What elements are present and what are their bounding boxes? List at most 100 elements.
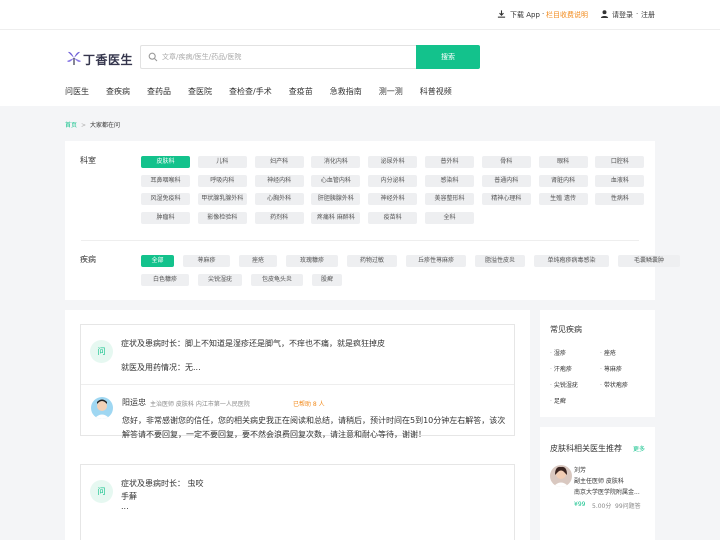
disease-tag[interactable]: 白色糠疹	[141, 273, 189, 286]
dept-tag[interactable]: 疫苗科	[368, 212, 418, 225]
nav-first-aid[interactable]: 急救指南	[330, 86, 362, 97]
disease-link[interactable]: 足癣	[550, 396, 566, 405]
dept-tag[interactable]: 精神心理科	[481, 193, 531, 206]
search-box	[140, 45, 417, 69]
disease-link[interactable]: 痤疮	[600, 348, 616, 357]
login-link[interactable]: 请登录	[612, 10, 633, 20]
dept-tag[interactable]: 心胸外科	[254, 193, 304, 206]
dept-tag[interactable]: 耳鼻咽喉科	[141, 174, 190, 187]
doctor-answer: 您好，非常感谢您的信任，您的相关病史我正在阅读和总结，请稍后，预计时间在5到10…	[122, 416, 506, 439]
disease-tag[interactable]: 单纯疱疹病毒感染	[534, 255, 609, 267]
dept-tag[interactable]: 内分泌科	[368, 174, 418, 187]
disease-link[interactable]: 带状疱疹	[600, 380, 628, 389]
dept-tag[interactable]: 感染科	[425, 174, 474, 187]
dept-tag[interactable]: 全科	[425, 212, 474, 225]
dept-tag[interactable]: 疼痛科 麻醉科	[311, 212, 361, 225]
common-diseases-panel: 常见疾病 湿疹 痤疮 汗疱疹 荨麻疹 尖锐湿疣 带状疱疹 足癣	[540, 310, 655, 417]
dept-tag[interactable]: 皮肤科	[141, 156, 190, 168]
question-card[interactable]: 问 症状及患病时长： 虫咬 手蘚 ...	[80, 464, 515, 540]
search-button[interactable]: 搜索	[416, 45, 480, 69]
disease-tag[interactable]: 荨麻疹	[183, 255, 230, 267]
dept-tag[interactable]: 肝胆胰腺外科	[311, 193, 361, 206]
disease-tag[interactable]: 痤疮	[239, 255, 277, 267]
dept-tag[interactable]: 心血管内科	[311, 174, 361, 187]
disease-tag[interactable]: 药物过敏	[347, 255, 397, 267]
disease-link[interactable]: 尖锐湿疣	[550, 380, 578, 389]
topbar-dot: ·	[636, 10, 639, 18]
nav-drugs[interactable]: 查药品	[147, 86, 171, 97]
dept-tag[interactable]: 甲状腺乳腺外科	[197, 193, 247, 206]
dept-tag[interactable]: 骨科	[481, 156, 531, 168]
nav-tests[interactable]: 测一测	[379, 86, 403, 97]
dept-tag[interactable]: 影像检验科	[197, 212, 247, 225]
nav-diseases[interactable]: 查疾病	[106, 86, 130, 97]
dept-tag[interactable]: 血液科	[595, 174, 645, 187]
dept-tag[interactable]: 普外科	[425, 156, 474, 168]
breadcrumb: 首页 > 大家都在问	[65, 120, 120, 129]
dept-tag[interactable]: 风湿免疫科	[141, 193, 190, 206]
register-link[interactable]: 注册	[641, 10, 655, 20]
disease-link[interactable]: 荨麻疹	[600, 364, 622, 373]
search-input[interactable]	[162, 49, 402, 65]
doctor-avatar[interactable]	[91, 397, 113, 419]
nav-ask-doctor[interactable]: 问医生	[65, 86, 89, 97]
recommended-doctor-name[interactable]: 刘芳	[574, 465, 586, 474]
dept-label: 科室	[80, 156, 96, 165]
consult-price: ¥99	[574, 501, 586, 508]
doctor-photo-icon	[91, 397, 113, 419]
doctor-recommend-panel: 皮肤科相关医生推荐 更多 刘芳 副主任医师 皮肤科 南京大学医学院附属金... …	[540, 427, 655, 540]
dept-tag[interactable]: 儿科	[197, 156, 247, 168]
disease-tag[interactable]: 全部	[141, 255, 174, 267]
dept-tag[interactable]: 妇产科	[254, 156, 304, 168]
download-icon[interactable]	[497, 9, 506, 19]
nav-vaccines[interactable]: 查疫苗	[289, 86, 313, 97]
nav-exams[interactable]: 查检查/手术	[229, 86, 272, 97]
top-bar: 下载 App · 栏目收费说明 请登录 · 注册	[0, 0, 720, 30]
disease-tag[interactable]: 毛囊鳞囊肿	[618, 255, 680, 267]
dept-tag[interactable]: 泌尿外科	[368, 156, 418, 168]
question-card[interactable]: 问 症状及患病时长：脚上不知道是湿疹还是脚气，不痒也不痛，就是疯狂掉皮 就医及用…	[80, 324, 515, 439]
dept-tag[interactable]: 肿瘤科	[141, 212, 190, 225]
user-icon[interactable]	[600, 9, 609, 19]
dept-tag[interactable]: 药剂科	[254, 212, 304, 225]
nav-videos[interactable]: 科普视频	[420, 86, 452, 97]
breadcrumb-separator: >	[81, 122, 87, 129]
logo-text: 丁香医生	[83, 53, 134, 67]
breadcrumb-home[interactable]: 首页	[65, 122, 77, 129]
dept-tag[interactable]: 神经外科	[368, 193, 418, 206]
question-badge: 问	[90, 340, 113, 363]
charge-info-link[interactable]: 栏目收费说明	[546, 10, 588, 20]
doctor-name[interactable]: 阳运忠	[122, 397, 146, 408]
dept-tag[interactable]: 呼吸内科	[197, 174, 247, 187]
more-doctors-link[interactable]: 更多	[633, 444, 645, 453]
dept-tag[interactable]: 肾脏内科	[538, 174, 588, 187]
disease-tag[interactable]: 尖锐湿疣	[198, 273, 242, 286]
dept-tag[interactable]: 眼科	[538, 156, 588, 168]
dept-tag[interactable]: 美容整形科	[425, 193, 474, 206]
site-logo[interactable]: 丁香医生	[66, 50, 134, 68]
disease-tag[interactable]: 脂溢性皮炎	[475, 255, 525, 267]
question-symptom: 症状及患病时长： 虫咬	[121, 479, 204, 488]
nav-hospitals[interactable]: 查医院	[188, 86, 212, 97]
site-header: 丁香医生 搜索 问医生 查疾病 查药品 查医院 查检查/手术 查疫苗 急救指南 测一测 科普视频	[0, 30, 720, 106]
download-app-link[interactable]: 下载 App	[510, 10, 540, 20]
disease-tag[interactable]: 包皮龟头炎	[251, 273, 303, 286]
disease-link[interactable]: 汗疱疹	[550, 364, 572, 373]
disease-tag[interactable]: 股癣	[312, 273, 342, 286]
question-ellipsis: ...	[121, 502, 129, 511]
breadcrumb-current: 大家都在问	[90, 122, 121, 129]
disease-tag[interactable]: 丘疹性荨麻疹	[406, 255, 466, 267]
question-detail: 手蘚	[121, 492, 137, 501]
dept-tag[interactable]: 生殖 遗传	[538, 193, 588, 206]
dept-tag[interactable]: 性病科	[595, 193, 645, 206]
disease-tag[interactable]: 玫瑰糠疹	[286, 255, 338, 267]
recommended-doctor-avatar[interactable]	[550, 465, 572, 487]
dept-tag[interactable]: 神经内科	[254, 174, 304, 187]
disease-link[interactable]: 湿疹	[550, 348, 566, 357]
dept-tag[interactable]: 消化内科	[311, 156, 361, 168]
dept-tag[interactable]: 普通内科	[481, 174, 531, 187]
doctor-meta: 主治医师 皮肤科 内江市第一人民医院	[150, 401, 250, 408]
question-treatment: 就医及用药情况：无...	[121, 363, 201, 372]
search-icon	[148, 52, 158, 62]
dept-tag[interactable]: 口腔科	[595, 156, 645, 168]
